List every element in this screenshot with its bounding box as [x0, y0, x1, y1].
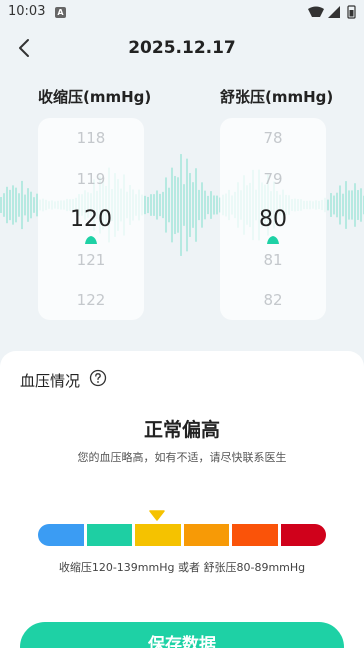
wave-bar	[354, 183, 356, 227]
notification-icon: A	[55, 7, 66, 18]
wave-bar	[360, 188, 362, 222]
wave-bar	[333, 195, 335, 215]
systolic-label: 收缩压(mmHg)	[38, 88, 152, 106]
wave-bar	[18, 193, 20, 217]
wave-bar	[144, 195, 146, 215]
wave-bar	[210, 191, 212, 219]
wave-bar	[168, 187, 170, 223]
wave-bar	[198, 189, 200, 221]
status-time: 10:03	[8, 4, 46, 19]
page-title: 2025.12.17	[128, 38, 236, 58]
wave-bar	[351, 190, 353, 220]
wave-bar	[162, 191, 164, 219]
wave-bar	[183, 184, 185, 226]
wave-bar	[6, 186, 8, 224]
level-indicator-icon	[149, 510, 165, 521]
wave-bar	[33, 197, 35, 213]
picker-item[interactable]: 121	[38, 251, 144, 269]
status-description: 您的血压略高，如有不适，请尽快联系医生	[77, 451, 287, 464]
wave-bar	[15, 187, 17, 223]
wave-bar	[165, 177, 167, 233]
wave-bar	[195, 168, 197, 242]
wave-bar	[12, 185, 14, 225]
wave-bar	[30, 191, 32, 219]
wave-bar	[216, 195, 218, 215]
wave-bar	[0, 197, 2, 213]
picker-item[interactable]: 122	[38, 291, 144, 309]
wave-bar	[150, 194, 152, 216]
selection-marker-icon	[85, 236, 97, 244]
wave-bar	[201, 182, 203, 228]
signal-icon	[328, 6, 340, 18]
wave-bar	[174, 175, 176, 235]
picker-item[interactable]: 119	[38, 170, 144, 188]
wave-bar	[159, 193, 161, 217]
wave-bar	[186, 158, 188, 252]
picker-item[interactable]: 118	[38, 129, 144, 147]
blood-pressure-scale	[38, 524, 326, 546]
help-icon[interactable]	[89, 369, 107, 387]
blood-pressure-card: 血压情况 正常偏高 您的血压略高，如有不适，请尽快联系医生 收缩压120-139…	[0, 351, 364, 648]
wave-bar	[339, 185, 341, 225]
scale-segment	[86, 524, 132, 546]
wave-bar	[153, 194, 155, 216]
save-button[interactable]: 保存数据	[20, 622, 344, 648]
wave-bar	[156, 190, 158, 220]
wave-bar	[345, 181, 347, 229]
wave-bar	[147, 196, 149, 214]
wave-bar	[27, 188, 29, 222]
selection-marker-icon	[267, 236, 279, 244]
status-icons	[308, 5, 356, 19]
wave-bar	[207, 195, 209, 215]
scale-segment	[135, 524, 181, 546]
scale-segment	[280, 524, 326, 546]
wave-bar	[204, 190, 206, 220]
picker-item[interactable]: 81	[220, 251, 326, 269]
wave-bar	[336, 192, 338, 218]
card-title: 血压情况	[20, 372, 81, 390]
diastolic-picker[interactable]: 78 79 80 81 82	[220, 118, 326, 320]
systolic-picker[interactable]: 118 119 120 121 122	[38, 118, 144, 320]
wave-bar	[177, 177, 179, 233]
picker-item[interactable]: 78	[220, 129, 326, 147]
wave-bar	[24, 194, 26, 216]
wave-bar	[171, 167, 173, 243]
wave-bar	[348, 190, 350, 220]
wave-bar	[189, 173, 191, 237]
picker-item-selected[interactable]: 120	[38, 207, 144, 232]
picker-item[interactable]: 82	[220, 291, 326, 309]
wave-bar	[180, 154, 182, 256]
wave-bar	[9, 189, 11, 221]
diastolic-label: 舒张压(mmHg)	[220, 88, 334, 106]
wave-bar	[213, 195, 215, 215]
status-bar: 10:03 A	[0, 0, 364, 24]
range-text: 收缩压120-139mmHg 或者 舒张压80-89mmHg	[58, 561, 306, 574]
picker-item-selected[interactable]: 80	[220, 207, 326, 232]
status-title: 正常偏高	[143, 419, 220, 441]
wave-bar	[330, 193, 332, 217]
wave-bar	[192, 182, 194, 228]
wave-bar	[342, 193, 344, 217]
scale-segment	[183, 524, 229, 546]
scale-segment	[38, 524, 84, 546]
wave-bar	[21, 180, 23, 230]
picker-item[interactable]: 79	[220, 170, 326, 188]
scale-segment	[232, 524, 278, 546]
wave-bar	[327, 199, 329, 211]
wave-bar	[357, 190, 359, 220]
wave-bar	[3, 193, 5, 217]
wifi-icon	[308, 6, 324, 17]
